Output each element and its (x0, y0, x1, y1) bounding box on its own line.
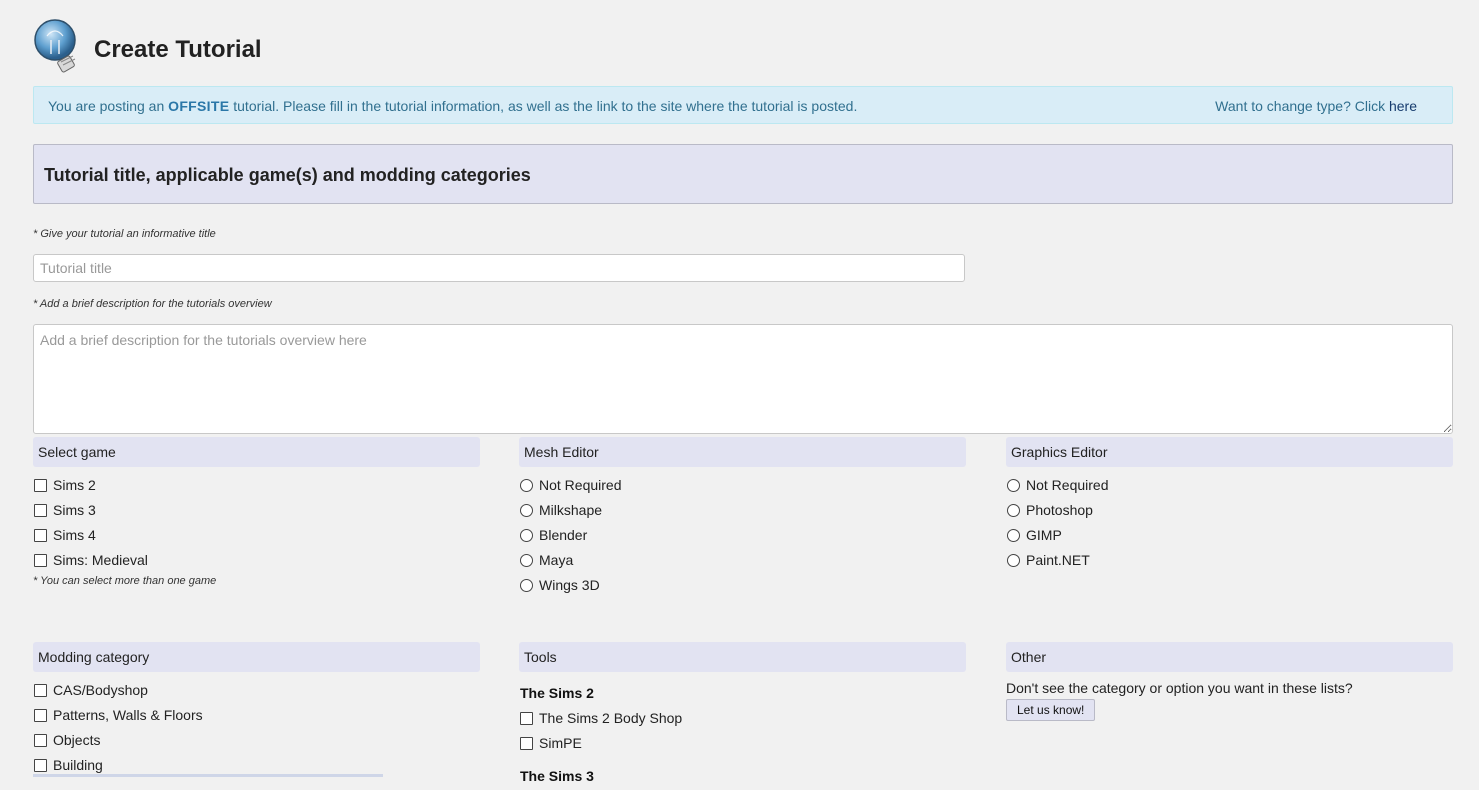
tutorial-type: OFFSITE (168, 98, 230, 114)
info-suffix: tutorial. Please fill in the tutorial in… (229, 98, 858, 114)
option-label: GIMP (1026, 527, 1062, 543)
modding-category-panel: Modding category CAS/Bodyshop Patterns, … (33, 642, 480, 779)
radio[interactable] (1007, 554, 1020, 567)
game-option-sims3[interactable]: Sims 3 (33, 499, 480, 524)
other-panel: Other Don't see the category or option y… (1006, 642, 1453, 721)
checkbox[interactable] (34, 734, 47, 747)
option-label: SimPE (539, 735, 582, 751)
select-game-heading: Select game (33, 437, 480, 467)
radio[interactable] (520, 529, 533, 542)
radio[interactable] (1007, 529, 1020, 542)
let-us-know-button[interactable]: Let us know! (1006, 699, 1096, 721)
checkbox[interactable] (34, 709, 47, 722)
mesh-option-not-required[interactable]: Not Required (519, 474, 966, 499)
checkbox[interactable] (34, 504, 47, 517)
option-label: Photoshop (1026, 502, 1093, 518)
tools-heading: Tools (519, 642, 966, 672)
category-option-cas[interactable]: CAS/Bodyshop (33, 679, 480, 704)
page-header: Create Tutorial (33, 18, 633, 78)
option-label: Paint.NET (1026, 552, 1090, 568)
info-prefix: You are posting an (48, 98, 169, 114)
option-label: The Sims 2 Body Shop (539, 710, 683, 726)
radio[interactable] (520, 504, 533, 517)
checkbox[interactable] (34, 759, 47, 772)
graphics-option-paintnet[interactable]: Paint.NET (1006, 549, 1453, 574)
tool-option-simpe[interactable]: SimPE (519, 732, 966, 757)
game-option-medieval[interactable]: Sims: Medieval (33, 549, 480, 574)
radio[interactable] (520, 579, 533, 592)
mesh-option-wings3d[interactable]: Wings 3D (519, 574, 966, 599)
lightbulb-icon (34, 19, 76, 73)
radio[interactable] (520, 554, 533, 567)
graphics-option-photoshop[interactable]: Photoshop (1006, 499, 1453, 524)
option-label: Sims 2 (53, 477, 96, 493)
mesh-editor-panel: Mesh Editor Not Required Milkshape Blend… (519, 437, 966, 599)
tools-panel: Tools The Sims 2 The Sims 2 Body Shop Si… (519, 642, 966, 790)
option-label: Not Required (539, 477, 622, 493)
description-hint: * Add a brief description for the tutori… (33, 298, 272, 310)
section-header: Tutorial title, applicable game(s) and m… (33, 144, 1453, 204)
option-label: Maya (539, 552, 574, 568)
category-option-objects[interactable]: Objects (33, 729, 480, 754)
mesh-editor-heading: Mesh Editor (519, 437, 966, 467)
option-label: Sims: Medieval (53, 552, 148, 568)
info-message: You are posting an OFFSITE tutorial. Ple… (48, 98, 857, 114)
change-type-text: Want to change type? Click (1215, 98, 1389, 114)
checkbox[interactable] (520, 712, 533, 725)
option-label: Blender (539, 527, 588, 543)
checkbox[interactable] (34, 479, 47, 492)
option-label: Not Required (1026, 477, 1109, 493)
select-game-note: * You can select more than one game (33, 575, 217, 587)
select-game-panel: Select game Sims 2 Sims 3 Sims 4 Sims: M… (33, 437, 480, 587)
tools-group-sims2: The Sims 2 (520, 685, 594, 701)
graphics-option-gimp[interactable]: GIMP (1006, 524, 1453, 549)
radio[interactable] (1007, 504, 1020, 517)
mesh-option-blender[interactable]: Blender (519, 524, 966, 549)
change-type: Want to change type? Click here (1215, 98, 1417, 114)
tutorial-title-input[interactable] (33, 254, 965, 282)
option-label: Building (53, 757, 103, 773)
option-label: Patterns, Walls & Floors (53, 707, 203, 723)
option-label: Wings 3D (539, 577, 600, 593)
option-label: Sims 3 (53, 502, 96, 518)
game-option-sims4[interactable]: Sims 4 (33, 524, 480, 549)
checkbox[interactable] (34, 684, 47, 697)
game-option-sims2[interactable]: Sims 2 (33, 474, 480, 499)
checkbox[interactable] (34, 529, 47, 542)
other-heading: Other (1006, 642, 1453, 672)
checkbox[interactable] (520, 737, 533, 750)
page-title: Create Tutorial (94, 36, 262, 63)
radio[interactable] (520, 479, 533, 492)
description-textarea[interactable] (33, 324, 1453, 434)
graphics-editor-panel: Graphics Editor Not Required Photoshop G… (1006, 437, 1453, 574)
other-text: Don't see the category or option you wan… (1006, 680, 1353, 696)
radio[interactable] (1007, 479, 1020, 492)
tools-group-sims3: The Sims 3 (520, 768, 594, 784)
graphics-editor-heading: Graphics Editor (1006, 437, 1453, 467)
section-title: Tutorial title, applicable game(s) and m… (44, 165, 531, 185)
mesh-option-maya[interactable]: Maya (519, 549, 966, 574)
option-label: Sims 4 (53, 527, 96, 543)
change-type-link[interactable]: here (1389, 98, 1417, 114)
option-label: CAS/Bodyshop (53, 682, 148, 698)
tool-option-body-shop[interactable]: The Sims 2 Body Shop (519, 707, 966, 732)
category-option-patterns[interactable]: Patterns, Walls & Floors (33, 704, 480, 729)
checkbox[interactable] (34, 554, 47, 567)
modding-category-heading: Modding category (33, 642, 480, 672)
option-label: Objects (53, 732, 101, 748)
graphics-option-not-required[interactable]: Not Required (1006, 474, 1453, 499)
option-label: Milkshape (539, 502, 603, 518)
offsite-info-bar: You are posting an OFFSITE tutorial. Ple… (33, 86, 1453, 124)
mesh-option-milkshape[interactable]: Milkshape (519, 499, 966, 524)
title-hint: * Give your tutorial an informative titl… (33, 228, 216, 240)
